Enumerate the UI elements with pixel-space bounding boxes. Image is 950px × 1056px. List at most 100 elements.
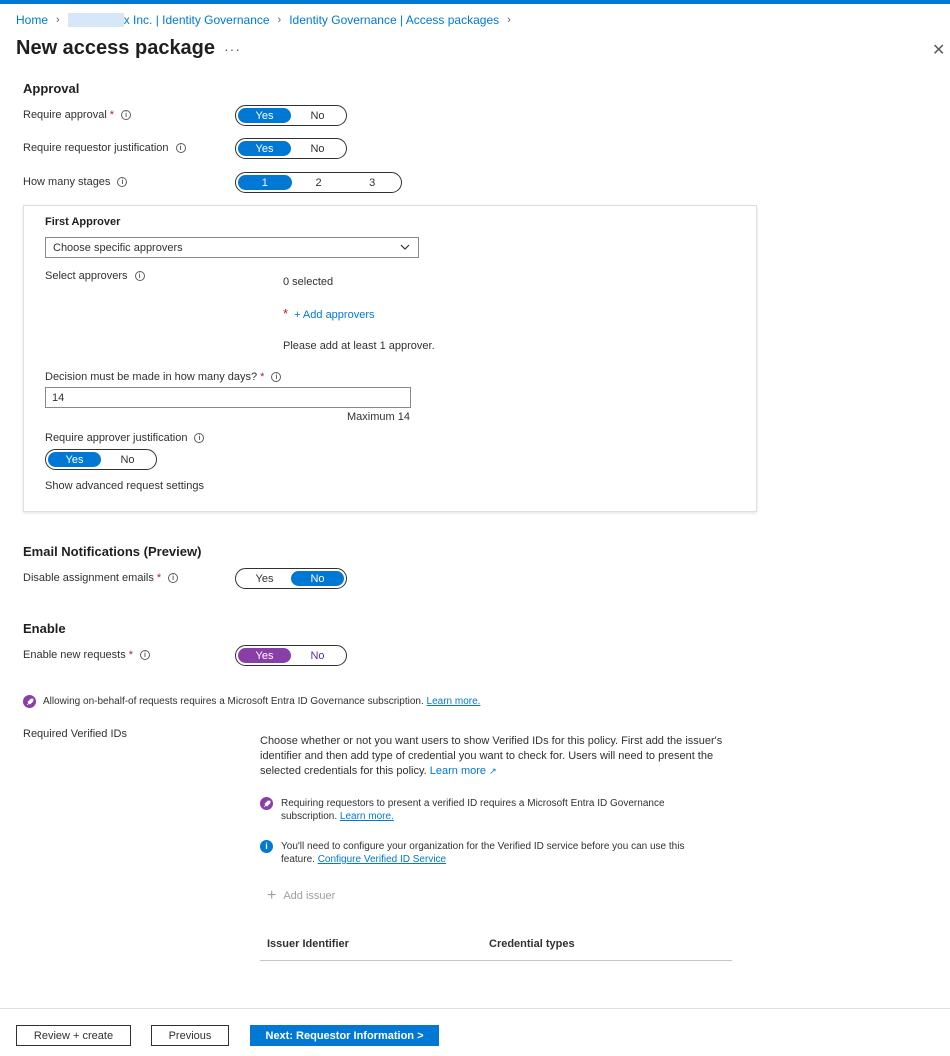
info-icon[interactable]: i — [194, 433, 205, 443]
add-issuer-button[interactable]: + Add issuer — [267, 887, 336, 904]
close-icon[interactable]: ✕ — [932, 40, 945, 60]
rocket-icon — [23, 695, 36, 708]
info-icon[interactable]: i — [271, 372, 282, 382]
column-issuer-identifier: Issuer Identifier — [267, 938, 349, 950]
previous-button[interactable]: Previous — [151, 1025, 229, 1046]
approver-justification-no[interactable]: No — [101, 452, 154, 467]
footer-divider — [0, 1008, 950, 1009]
selected-count: 0 selected — [283, 276, 334, 288]
stages-label: How many stages i — [23, 176, 128, 188]
approval-section-title: Approval — [23, 81, 80, 96]
require-approval-toggle[interactable]: Yes No — [235, 105, 347, 126]
verified-id-subscription-notice: Requiring requestors to present a verifi… — [260, 797, 700, 823]
add-issuer-label: Add issuer — [283, 890, 336, 902]
require-approval-no[interactable]: No — [291, 108, 344, 123]
chevron-right-icon: › — [56, 14, 60, 26]
verified-ids-description: Choose whether or not you want users to … — [260, 734, 730, 779]
disable-emails-yes[interactable]: Yes — [238, 571, 291, 586]
next-button[interactable]: Next: Requestor Information > — [250, 1025, 439, 1046]
advanced-settings-link[interactable]: Show advanced request settings — [45, 480, 204, 492]
page-title: New access package — [16, 37, 216, 59]
stages-toggle[interactable]: 1 2 3 — [235, 172, 402, 193]
enable-requests-label: Enable new requests * i — [23, 649, 151, 661]
subscription-notice-body: Requiring requestors to present a verifi… — [281, 798, 665, 822]
chevron-right-icon: › — [507, 14, 511, 26]
decision-days-text: Decision must be made in how many days? — [45, 371, 258, 383]
first-approver-card: First Approver Choose specific approvers… — [23, 205, 757, 512]
column-credential-types: Credential types — [489, 938, 575, 950]
table-header-divider — [260, 960, 732, 961]
configure-verified-id-link[interactable]: Configure Verified ID Service — [318, 854, 446, 865]
breadcrumb-access-packages[interactable]: Identity Governance | Access packages — [289, 13, 499, 27]
info-icon[interactable]: i — [134, 271, 145, 281]
maximum-hint: Maximum 14 — [347, 411, 410, 423]
disable-emails-toggle[interactable]: Yes No — [235, 568, 347, 589]
rocket-icon — [260, 797, 273, 810]
required-asterisk: * — [109, 109, 115, 121]
required-asterisk: * — [156, 572, 162, 584]
behalf-learn-more-link[interactable]: Learn more. — [427, 696, 481, 707]
approver-error: Please add at least 1 approver. — [283, 340, 435, 352]
info-icon[interactable]: i — [140, 650, 151, 660]
verified-ids-label: Required Verified IDs — [23, 728, 127, 740]
review-create-button[interactable]: Review + create — [16, 1025, 131, 1046]
require-approval-label: Require approval * i — [23, 109, 132, 121]
approver-justification-toggle[interactable]: Yes No — [45, 449, 157, 470]
required-asterisk: * — [128, 649, 134, 661]
add-approvers-row: * + Add approvers — [283, 306, 374, 321]
require-approval-text: Require approval — [23, 109, 107, 121]
chevron-right-icon: › — [277, 14, 282, 26]
first-approver-title: First Approver — [45, 216, 121, 228]
email-section-title: Email Notifications (Preview) — [23, 544, 202, 559]
require-justification-label: Require requestor justification i — [23, 142, 186, 154]
required-asterisk: * — [260, 371, 265, 383]
enable-requests-text: Enable new requests — [23, 649, 126, 661]
more-options-icon[interactable]: ··· — [224, 41, 241, 57]
approver-justification-label: Require approver justification i — [45, 432, 205, 444]
subscription-notice-text: Requiring requestors to present a verifi… — [281, 797, 700, 823]
behalf-notice: Allowing on-behalf-of requests requires … — [23, 695, 480, 708]
require-justification-no[interactable]: No — [291, 141, 344, 156]
require-justification-text: Require requestor justification — [23, 142, 169, 154]
info-icon[interactable]: i — [175, 143, 186, 153]
select-approvers-label: Select approvers i — [45, 270, 145, 282]
behalf-notice-body: Allowing on-behalf-of requests requires … — [43, 696, 424, 707]
verified-ids-learn-more-link[interactable]: Learn more — [430, 765, 486, 777]
behalf-notice-text: Allowing on-behalf-of requests requires … — [43, 695, 480, 708]
require-approval-yes[interactable]: Yes — [238, 108, 291, 123]
enable-requests-no[interactable]: No — [291, 648, 344, 663]
require-justification-toggle[interactable]: Yes No — [235, 138, 347, 159]
top-accent-bar — [0, 0, 950, 4]
configure-notice-text: You'll need to configure your organizati… — [281, 840, 710, 866]
info-icon[interactable]: i — [121, 110, 132, 120]
info-circle-icon: i — [260, 840, 273, 853]
approver-type-value: Choose specific approvers — [53, 241, 183, 254]
enable-requests-yes[interactable]: Yes — [238, 648, 291, 663]
approver-type-dropdown[interactable]: Choose specific approvers — [45, 237, 419, 258]
external-link-icon: ↗ — [489, 766, 497, 776]
add-approvers-link[interactable]: + Add approvers — [294, 309, 374, 321]
decision-days-label: Decision must be made in how many days? *… — [45, 371, 282, 383]
breadcrumb-home[interactable]: Home — [16, 13, 48, 27]
stages-text: How many stages — [23, 176, 111, 188]
select-approvers-text: Select approvers — [45, 270, 128, 282]
plus-icon: + — [267, 887, 277, 904]
breadcrumb-org[interactable]: x Inc. | Identity Governance — [124, 13, 270, 27]
require-justification-yes[interactable]: Yes — [238, 141, 291, 156]
enable-requests-toggle[interactable]: Yes No — [235, 645, 347, 666]
chevron-down-icon — [400, 244, 410, 250]
enable-section-title: Enable — [23, 621, 66, 636]
configure-verified-id-notice: i You'll need to configure your organiza… — [260, 840, 710, 866]
info-icon[interactable]: i — [168, 573, 179, 583]
decision-days-input[interactable] — [45, 387, 411, 408]
disable-emails-no[interactable]: No — [291, 571, 344, 586]
redacted-text — [67, 13, 124, 27]
stages-3[interactable]: 3 — [345, 175, 399, 190]
stages-2[interactable]: 2 — [292, 175, 346, 190]
approver-justification-text: Require approver justification — [45, 432, 188, 444]
stages-1[interactable]: 1 — [238, 175, 292, 190]
approver-justification-yes[interactable]: Yes — [48, 452, 101, 467]
subscription-learn-more-link[interactable]: Learn more. — [340, 811, 394, 822]
info-icon[interactable]: i — [117, 177, 128, 187]
breadcrumb: Home › x Inc. | Identity Governance › Id… — [16, 13, 519, 27]
